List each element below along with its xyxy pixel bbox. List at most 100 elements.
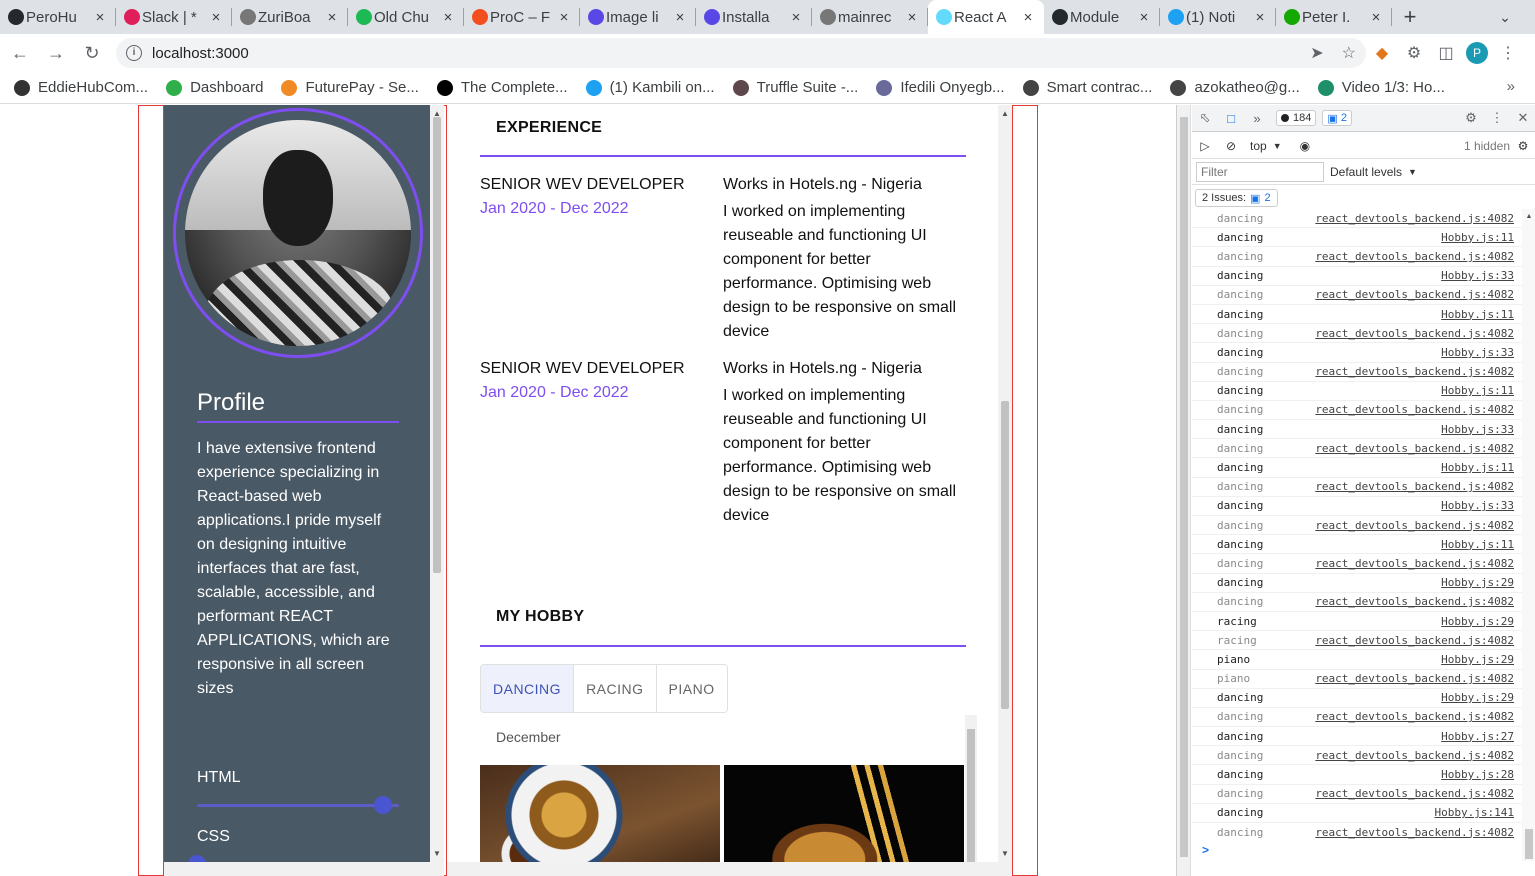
console-prompt-icon[interactable]: > <box>1202 843 1209 857</box>
main-scrollbar[interactable]: ▲ ▼ <box>998 105 1012 876</box>
console-scrollbar[interactable]: ▲ <box>1522 209 1535 861</box>
menu-kebab-icon[interactable]: ⋮ <box>1492 37 1524 69</box>
log-levels-dropdown-icon[interactable]: ▼ <box>1408 167 1417 177</box>
inspect-element-icon[interactable]: ⬁ <box>1192 110 1218 126</box>
log-source-link[interactable]: Hobby.js:11 <box>1441 231 1514 244</box>
error-count-badge[interactable]: 184 <box>1276 110 1317 126</box>
close-tab-icon[interactable]: × <box>788 9 804 26</box>
log-source-link[interactable]: react_devtools_backend.js:4082 <box>1315 365 1514 378</box>
bookmark-item[interactable]: (1) Kambili on... <box>585 79 715 96</box>
sidebar-scrollbar-thumb[interactable] <box>433 117 441 573</box>
log-source-link[interactable]: Hobby.js:33 <box>1441 346 1514 359</box>
log-source-link[interactable]: Hobby.js:33 <box>1441 499 1514 512</box>
close-devtools-icon[interactable]: ✕ <box>1510 110 1535 126</box>
extensions-puzzle-icon[interactable]: ⚙ <box>1398 37 1430 69</box>
browser-tab[interactable]: Installa × <box>696 0 812 34</box>
log-source-link[interactable]: react_devtools_backend.js:4082 <box>1315 557 1514 570</box>
context-dropdown-icon[interactable]: ▼ <box>1273 141 1282 151</box>
browser-tab[interactable]: Slack | * × <box>116 0 232 34</box>
log-source-link[interactable]: react_devtools_backend.js:4082 <box>1315 826 1514 839</box>
console-settings-icon[interactable]: ⚙ <box>1510 139 1535 153</box>
main-horizontal-scrollbar[interactable] <box>447 862 998 876</box>
log-source-link[interactable]: Hobby.js:33 <box>1441 423 1514 436</box>
site-info-icon[interactable]: i <box>126 45 142 61</box>
close-tab-icon[interactable]: × <box>208 9 224 26</box>
log-source-link[interactable]: react_devtools_backend.js:4082 <box>1315 212 1514 225</box>
log-source-link[interactable]: Hobby.js:11 <box>1441 308 1514 321</box>
log-source-link[interactable]: react_devtools_backend.js:4082 <box>1315 288 1514 301</box>
gallery-scrollbar[interactable] <box>965 715 977 876</box>
bookmark-item[interactable]: Dashboard <box>166 79 263 96</box>
log-source-link[interactable]: react_devtools_backend.js:4082 <box>1315 250 1514 263</box>
browser-tab[interactable]: Image li × <box>580 0 696 34</box>
send-icon[interactable]: ➤ <box>1310 43 1323 63</box>
log-source-link[interactable]: Hobby.js:29 <box>1441 576 1514 589</box>
forward-arrow-icon[interactable]: → <box>40 37 72 69</box>
gallery-scrollbar-thumb[interactable] <box>967 729 975 876</box>
sidebar-scrollbar[interactable]: ▲ ▼ <box>430 105 444 876</box>
browser-tab[interactable]: PeroHu × <box>0 0 116 34</box>
bookmark-item[interactable]: azokatheo@g... <box>1170 79 1300 96</box>
profile-avatar[interactable]: P <box>1466 42 1488 64</box>
reload-icon[interactable]: ↻ <box>76 37 108 69</box>
bookmark-item[interactable]: The Complete... <box>436 79 568 96</box>
more-bookmarks-chevron-icon[interactable]: » <box>1507 78 1515 95</box>
new-tab-button[interactable]: + <box>1392 0 1428 34</box>
log-source-link[interactable]: Hobby.js:28 <box>1441 768 1514 781</box>
close-tab-icon[interactable]: × <box>92 9 108 26</box>
log-source-link[interactable]: Hobby.js:11 <box>1441 538 1514 551</box>
message-count-badge[interactable]: ▣ 2 <box>1322 110 1352 126</box>
devtools-menu-kebab-icon[interactable]: ⋮ <box>1484 110 1510 126</box>
issues-button[interactable]: 2 Issues: ▣ 2 <box>1195 189 1278 207</box>
sidebar-toggle-icon[interactable]: ▷ <box>1192 139 1218 153</box>
bookmark-item[interactable]: Smart contrac... <box>1022 79 1152 96</box>
browser-tab[interactable]: Peter I. × <box>1276 0 1392 34</box>
log-source-link[interactable]: react_devtools_backend.js:4082 <box>1315 749 1514 762</box>
log-source-link[interactable]: react_devtools_backend.js:4082 <box>1315 442 1514 455</box>
tab-piano[interactable]: PIANO <box>656 665 727 712</box>
bookmark-star-icon[interactable]: ☆ <box>1342 43 1356 63</box>
metamask-extension-icon[interactable]: ◆ <box>1366 37 1398 69</box>
close-tab-icon[interactable]: × <box>1368 9 1384 26</box>
bookmark-item[interactable]: Ifedili Onyegb... <box>876 79 1005 96</box>
back-arrow-icon[interactable]: ← <box>4 37 36 69</box>
log-levels-select[interactable]: Default levels <box>1330 165 1402 179</box>
scroll-up-arrow-icon[interactable]: ▲ <box>998 109 1012 118</box>
close-tab-icon[interactable]: × <box>1136 9 1152 26</box>
page-scrollbar-thumb[interactable] <box>1180 117 1188 857</box>
browser-tab[interactable]: Module × <box>1044 0 1160 34</box>
close-tab-icon[interactable]: × <box>904 9 920 26</box>
scroll-down-arrow-icon[interactable]: ▼ <box>430 849 444 858</box>
log-source-link[interactable]: Hobby.js:29 <box>1441 653 1514 666</box>
log-source-link[interactable]: react_devtools_backend.js:4082 <box>1315 403 1514 416</box>
bookmark-item[interactable]: FuturePay - Se... <box>281 79 419 96</box>
close-tab-icon[interactable]: × <box>672 9 688 26</box>
address-bar[interactable]: i localhost:3000 ➤ ☆ <box>116 38 1366 68</box>
close-tab-icon[interactable]: × <box>1020 9 1036 26</box>
bookmark-item[interactable]: Video 1/3: Ho... <box>1317 79 1445 96</box>
context-select[interactable]: top <box>1250 139 1267 153</box>
browser-tab[interactable]: React A × <box>928 0 1044 34</box>
log-source-link[interactable]: Hobby.js:141 <box>1435 806 1514 819</box>
log-source-link[interactable]: react_devtools_backend.js:4082 <box>1315 634 1514 647</box>
browser-tab[interactable]: (1) Noti × <box>1160 0 1276 34</box>
browser-tab[interactable]: ZuriBoa × <box>232 0 348 34</box>
gallery-image-burger-fries[interactable] <box>724 765 964 876</box>
log-source-link[interactable]: react_devtools_backend.js:4082 <box>1315 787 1514 800</box>
sidebar-horizontal-scrollbar[interactable] <box>164 862 430 876</box>
side-panel-icon[interactable]: ◫ <box>1430 37 1462 69</box>
tab-dancing[interactable]: DANCING <box>481 665 575 712</box>
log-source-link[interactable]: react_devtools_backend.js:4082 <box>1315 595 1514 608</box>
tab-search-chevron-icon[interactable]: ⌄ <box>1475 0 1535 34</box>
console-filter-input[interactable] <box>1196 161 1324 182</box>
settings-gear-icon[interactable]: ⚙ <box>1458 110 1484 126</box>
console-scrollbar-thumb[interactable] <box>1525 829 1533 859</box>
log-source-link[interactable]: Hobby.js:11 <box>1441 384 1514 397</box>
gallery-image-food-plate[interactable] <box>480 765 720 876</box>
log-source-link[interactable]: react_devtools_backend.js:4082 <box>1315 710 1514 723</box>
browser-tab[interactable]: Old Chu × <box>348 0 464 34</box>
log-source-link[interactable]: Hobby.js:33 <box>1441 269 1514 282</box>
page-vertical-scrollbar[interactable] <box>1177 105 1191 876</box>
url-text[interactable]: localhost:3000 <box>152 45 1292 62</box>
log-source-link[interactable]: Hobby.js:11 <box>1441 461 1514 474</box>
